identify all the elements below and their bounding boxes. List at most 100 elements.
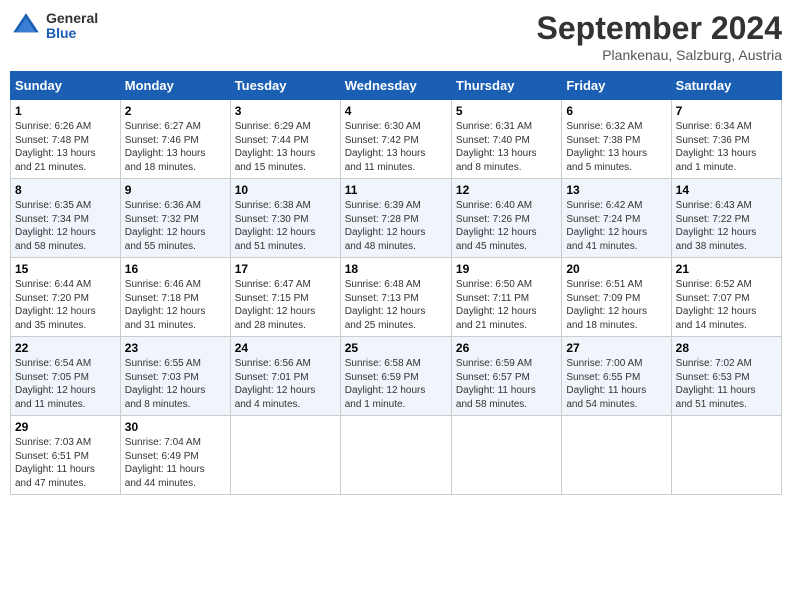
week-row-4: 29Sunrise: 7:03 AM Sunset: 6:51 PM Dayli…: [11, 416, 782, 495]
day-cell: 4 Sunrise: 6:30 AM Sunset: 7:42 PM Daylig…: [340, 100, 451, 179]
day-info: Sunrise: 6:39 AM Sunset: 7:28 PM Dayligh…: [345, 199, 447, 253]
day-cell: 12 Sunrise: 6:40 AM Sunset: 7:26 PM Dayli…: [451, 179, 561, 258]
day-number: 28: [676, 341, 777, 355]
col-saturday: Saturday: [671, 72, 781, 100]
day-cell: 24 Sunrise: 6:56 AM Sunset: 7:01 PM Dayli…: [230, 337, 340, 416]
day-number: 16: [125, 262, 226, 276]
page-header: General Blue September 2024 Plankenau, S…: [10, 10, 782, 63]
day-info: Sunrise: 6:35 AM Sunset: 7:34 PM Dayligh…: [15, 199, 116, 253]
day-cell: 9 Sunrise: 6:36 AM Sunset: 7:32 PM Daylig…: [120, 179, 230, 258]
col-friday: Friday: [562, 72, 671, 100]
day-cell: 20Sunrise: 6:51 AM Sunset: 7:09 PM Dayli…: [562, 258, 671, 337]
day-info: Sunrise: 6:59 AM Sunset: 6:57 PM Dayligh…: [456, 357, 557, 411]
day-cell: 25Sunrise: 6:58 AM Sunset: 6:59 PM Dayli…: [340, 337, 451, 416]
day-info: Sunrise: 6:46 AM Sunset: 7:18 PM Dayligh…: [125, 278, 226, 332]
col-sunday: Sunday: [11, 72, 121, 100]
day-cell: 3 Sunrise: 6:29 AM Sunset: 7:44 PM Daylig…: [230, 100, 340, 179]
day-number: 23: [125, 341, 226, 355]
day-number: 1: [15, 104, 116, 118]
day-info: Sunrise: 6:32 AM Sunset: 7:38 PM Dayligh…: [566, 120, 666, 174]
col-tuesday: Tuesday: [230, 72, 340, 100]
day-cell: 6 Sunrise: 6:32 AM Sunset: 7:38 PM Daylig…: [562, 100, 671, 179]
day-number: 18: [345, 262, 447, 276]
day-number: 14: [676, 183, 777, 197]
day-cell: 29Sunrise: 7:03 AM Sunset: 6:51 PM Dayli…: [11, 416, 121, 495]
day-number: 6: [566, 104, 666, 118]
logo-icon: [10, 10, 42, 42]
day-number: 4: [345, 104, 447, 118]
logo: General Blue: [10, 10, 98, 42]
day-cell: [671, 416, 781, 495]
day-number: 29: [15, 420, 116, 434]
day-info: Sunrise: 6:44 AM Sunset: 7:20 PM Dayligh…: [15, 278, 116, 332]
day-cell: 26 Sunrise: 6:59 AM Sunset: 6:57 PM Dayli…: [451, 337, 561, 416]
week-row-1: 8 Sunrise: 6:35 AM Sunset: 7:34 PM Daylig…: [11, 179, 782, 258]
day-cell: 28 Sunrise: 7:02 AM Sunset: 6:53 PM Dayli…: [671, 337, 781, 416]
day-info: Sunrise: 6:36 AM Sunset: 7:32 PM Dayligh…: [125, 199, 226, 253]
day-cell: [562, 416, 671, 495]
day-cell: 7Sunrise: 6:34 AM Sunset: 7:36 PM Daylig…: [671, 100, 781, 179]
day-number: 11: [345, 183, 447, 197]
day-cell: 11 Sunrise: 6:39 AM Sunset: 7:28 PM Dayli…: [340, 179, 451, 258]
day-number: 17: [235, 262, 336, 276]
day-cell: 23 Sunrise: 6:55 AM Sunset: 7:03 PM Dayli…: [120, 337, 230, 416]
day-cell: 8 Sunrise: 6:35 AM Sunset: 7:34 PM Daylig…: [11, 179, 121, 258]
day-info: Sunrise: 6:40 AM Sunset: 7:26 PM Dayligh…: [456, 199, 557, 253]
day-info: Sunrise: 7:04 AM Sunset: 6:49 PM Dayligh…: [125, 436, 226, 490]
day-cell: 1 Sunrise: 6:26 AM Sunset: 7:48 PM Daylig…: [11, 100, 121, 179]
day-number: 9: [125, 183, 226, 197]
day-number: 2: [125, 104, 226, 118]
header-row: Sunday Monday Tuesday Wednesday Thursday…: [11, 72, 782, 100]
day-cell: 15 Sunrise: 6:44 AM Sunset: 7:20 PM Dayli…: [11, 258, 121, 337]
day-info: Sunrise: 6:56 AM Sunset: 7:01 PM Dayligh…: [235, 357, 336, 411]
day-cell: 22 Sunrise: 6:54 AM Sunset: 7:05 PM Dayli…: [11, 337, 121, 416]
day-info: Sunrise: 6:31 AM Sunset: 7:40 PM Dayligh…: [456, 120, 557, 174]
day-cell: 2 Sunrise: 6:27 AM Sunset: 7:46 PM Daylig…: [120, 100, 230, 179]
logo-text: General Blue: [46, 11, 98, 42]
day-info: Sunrise: 6:38 AM Sunset: 7:30 PM Dayligh…: [235, 199, 336, 253]
day-info: Sunrise: 6:54 AM Sunset: 7:05 PM Dayligh…: [15, 357, 116, 411]
day-number: 5: [456, 104, 557, 118]
day-number: 12: [456, 183, 557, 197]
day-info: Sunrise: 6:30 AM Sunset: 7:42 PM Dayligh…: [345, 120, 447, 174]
day-number: 26: [456, 341, 557, 355]
day-info: Sunrise: 6:52 AM Sunset: 7:07 PM Dayligh…: [676, 278, 777, 332]
week-row-3: 22 Sunrise: 6:54 AM Sunset: 7:05 PM Dayli…: [11, 337, 782, 416]
day-cell: 10 Sunrise: 6:38 AM Sunset: 7:30 PM Dayli…: [230, 179, 340, 258]
page-title: September 2024: [537, 10, 782, 47]
day-number: 3: [235, 104, 336, 118]
day-number: 10: [235, 183, 336, 197]
day-info: Sunrise: 6:34 AM Sunset: 7:36 PM Dayligh…: [676, 120, 777, 174]
col-wednesday: Wednesday: [340, 72, 451, 100]
day-cell: [340, 416, 451, 495]
day-info: Sunrise: 7:02 AM Sunset: 6:53 PM Dayligh…: [676, 357, 777, 411]
day-cell: 21 Sunrise: 6:52 AM Sunset: 7:07 PM Dayli…: [671, 258, 781, 337]
day-number: 15: [15, 262, 116, 276]
day-number: 8: [15, 183, 116, 197]
day-number: 22: [15, 341, 116, 355]
day-info: Sunrise: 6:43 AM Sunset: 7:22 PM Dayligh…: [676, 199, 777, 253]
day-info: Sunrise: 6:48 AM Sunset: 7:13 PM Dayligh…: [345, 278, 447, 332]
day-number: 21: [676, 262, 777, 276]
day-number: 19: [456, 262, 557, 276]
day-cell: [451, 416, 561, 495]
week-row-0: 1 Sunrise: 6:26 AM Sunset: 7:48 PM Daylig…: [11, 100, 782, 179]
day-cell: [230, 416, 340, 495]
logo-blue: Blue: [46, 26, 98, 41]
day-number: 24: [235, 341, 336, 355]
day-info: Sunrise: 6:27 AM Sunset: 7:46 PM Dayligh…: [125, 120, 226, 174]
day-number: 30: [125, 420, 226, 434]
week-row-2: 15 Sunrise: 6:44 AM Sunset: 7:20 PM Dayli…: [11, 258, 782, 337]
day-info: Sunrise: 6:26 AM Sunset: 7:48 PM Dayligh…: [15, 120, 116, 174]
day-info: Sunrise: 6:55 AM Sunset: 7:03 PM Dayligh…: [125, 357, 226, 411]
day-cell: 19Sunrise: 6:50 AM Sunset: 7:11 PM Dayli…: [451, 258, 561, 337]
day-info: Sunrise: 6:47 AM Sunset: 7:15 PM Dayligh…: [235, 278, 336, 332]
day-cell: 18 Sunrise: 6:48 AM Sunset: 7:13 PM Dayli…: [340, 258, 451, 337]
logo-general: General: [46, 11, 98, 26]
day-info: Sunrise: 6:58 AM Sunset: 6:59 PM Dayligh…: [345, 357, 447, 411]
day-info: Sunrise: 7:00 AM Sunset: 6:55 PM Dayligh…: [566, 357, 666, 411]
col-monday: Monday: [120, 72, 230, 100]
day-cell: 13Sunrise: 6:42 AM Sunset: 7:24 PM Dayli…: [562, 179, 671, 258]
day-info: Sunrise: 6:29 AM Sunset: 7:44 PM Dayligh…: [235, 120, 336, 174]
day-info: Sunrise: 6:42 AM Sunset: 7:24 PM Dayligh…: [566, 199, 666, 253]
